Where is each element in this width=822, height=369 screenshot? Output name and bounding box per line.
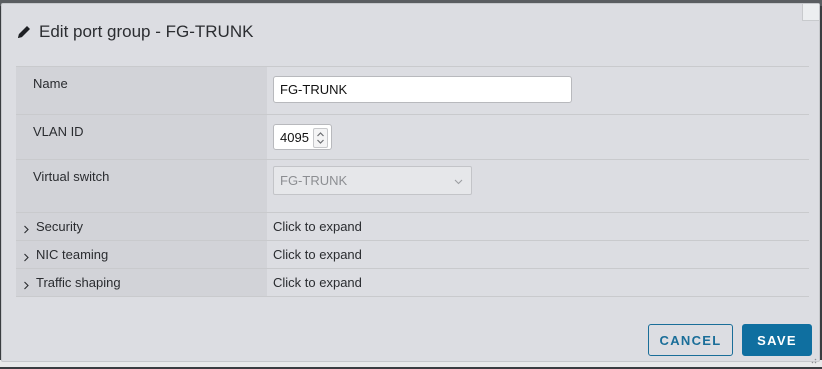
vswitch-value-cell: FG-TRUNK bbox=[267, 160, 809, 212]
name-row: Name bbox=[16, 67, 809, 115]
save-button[interactable]: SAVE bbox=[742, 324, 812, 356]
vlan-value-cell: 4095 bbox=[267, 115, 809, 159]
nic-teaming-label-cell: NIC teaming bbox=[16, 241, 267, 268]
nic-teaming-row[interactable]: NIC teaming Click to expand bbox=[16, 241, 809, 269]
traffic-shaping-label: Traffic shaping bbox=[36, 275, 121, 290]
traffic-shaping-label-cell: Traffic shaping bbox=[16, 269, 267, 296]
nic-teaming-expand[interactable]: Click to expand bbox=[267, 241, 809, 268]
dialog-title: Edit port group - FG-TRUNK bbox=[16, 21, 253, 43]
chevron-right-icon[interactable] bbox=[22, 250, 31, 262]
nic-teaming-label: NIC teaming bbox=[36, 247, 109, 262]
security-expand[interactable]: Click to expand bbox=[267, 213, 809, 240]
chevron-right-icon[interactable] bbox=[22, 222, 31, 234]
resize-grip-icon[interactable] bbox=[809, 351, 817, 364]
vlan-row: VLAN ID 4095 bbox=[16, 115, 809, 160]
traffic-shaping-row[interactable]: Traffic shaping Click to expand bbox=[16, 269, 809, 297]
name-input[interactable] bbox=[273, 76, 572, 103]
stepper-arrows-icon[interactable] bbox=[313, 128, 328, 148]
edit-port-group-dialog: Edit port group - FG-TRUNK Name VLAN ID … bbox=[1, 3, 820, 364]
dialog-title-text: Edit port group - FG-TRUNK bbox=[39, 22, 254, 41]
vswitch-label: Virtual switch bbox=[16, 160, 267, 212]
vlan-id-stepper[interactable]: 4095 bbox=[273, 124, 332, 150]
security-label-cell: Security bbox=[16, 213, 267, 240]
security-label: Security bbox=[36, 219, 83, 234]
port-group-form: Name VLAN ID 4095 Virtu bbox=[16, 66, 809, 297]
traffic-shaping-expand[interactable]: Click to expand bbox=[267, 269, 809, 296]
vswitch-select[interactable]: FG-TRUNK bbox=[273, 166, 472, 195]
dialog-corner bbox=[802, 4, 819, 21]
vswitch-selected-value: FG-TRUNK bbox=[280, 173, 348, 188]
name-value-cell bbox=[267, 67, 809, 114]
chevron-right-icon[interactable] bbox=[22, 278, 31, 290]
chevron-down-icon bbox=[454, 173, 463, 188]
cancel-button[interactable]: CANCEL bbox=[648, 324, 733, 356]
pencil-icon bbox=[16, 24, 32, 40]
security-row[interactable]: Security Click to expand bbox=[16, 213, 809, 241]
name-label: Name bbox=[16, 67, 267, 114]
vlan-label: VLAN ID bbox=[16, 115, 267, 159]
vswitch-row: Virtual switch FG-TRUNK bbox=[16, 160, 809, 213]
vlan-id-value: 4095 bbox=[280, 129, 309, 145]
